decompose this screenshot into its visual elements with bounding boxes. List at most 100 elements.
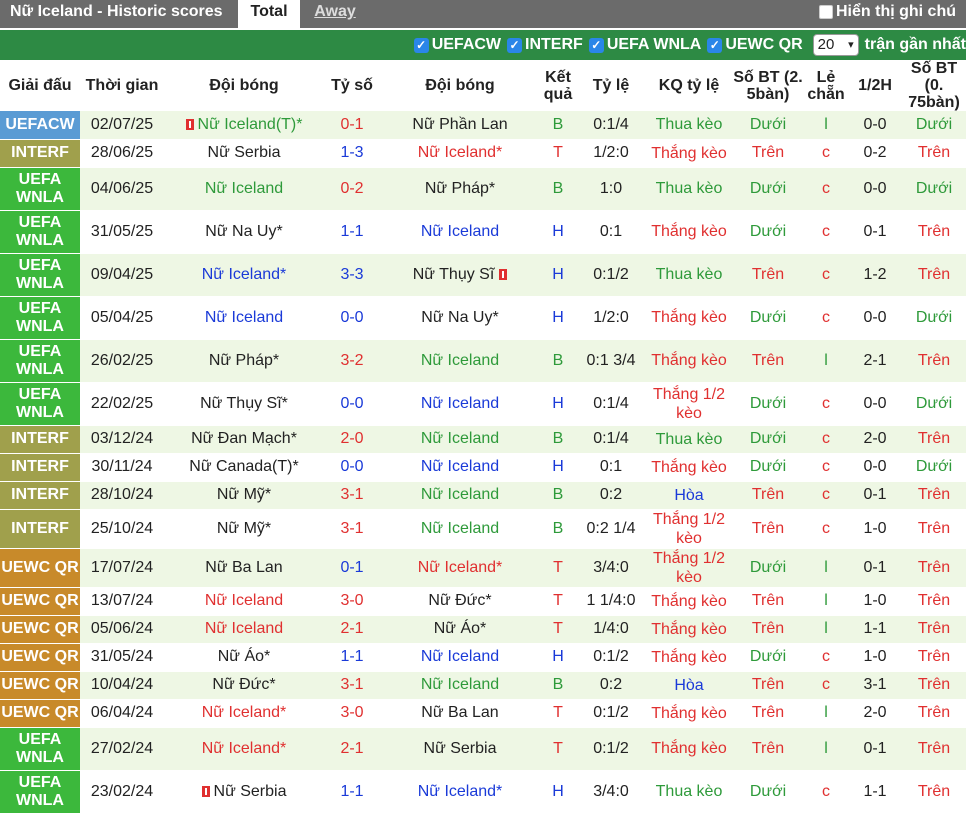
table-row[interactable]: UEFA WNLA 26/02/25 Nữ Pháp* 3-2 Nữ Iceland B 0…: [0, 339, 966, 383]
home-team[interactable]: Nữ Iceland: [164, 615, 324, 644]
away-team[interactable]: Nữ Áo*: [380, 615, 540, 644]
home-team[interactable]: Nữ Đan Mạch*: [164, 425, 324, 454]
away-team[interactable]: Nữ Iceland*: [380, 548, 540, 588]
table-row[interactable]: UEFA WNLA 05/04/25 Nữ Iceland 0-0 Nữ Na Uy* H…: [0, 296, 966, 340]
away-team[interactable]: Nữ Ba Lan: [380, 699, 540, 728]
home-team[interactable]: Nữ Serbia: [164, 139, 324, 168]
table-row[interactable]: UEFA WNLA 09/04/25 Nữ Iceland* 3-3 Nữ Thụy S…: [0, 253, 966, 297]
filter-uefacw[interactable]: ✓ UEFACW: [413, 36, 501, 54]
league-badge[interactable]: INTERF: [0, 481, 80, 510]
table-row[interactable]: UEWC QR 06/04/24 Nữ Iceland* 3-0 Nữ Ba Lan T 0…: [0, 699, 966, 728]
league-badge[interactable]: UEFA WNLA: [0, 210, 80, 254]
away-team[interactable]: Nữ Iceland: [380, 425, 540, 454]
home-team[interactable]: Nữ Mỹ*: [164, 509, 324, 549]
league-badge[interactable]: UEFA WNLA: [0, 339, 80, 383]
league-badge[interactable]: UEWC QR: [0, 643, 80, 672]
away-team[interactable]: Nữ Iceland*: [380, 770, 540, 814]
over-under-text: Dưới: [749, 430, 787, 447]
league-badge[interactable]: UEFA WNLA: [0, 167, 80, 211]
show-notes-toggle[interactable]: Hiển thị ghi chú: [819, 3, 956, 21]
check-icon[interactable]: ✓: [588, 37, 604, 53]
half-time-score-text: 1-0: [863, 592, 887, 609]
league-badge[interactable]: UEWC QR: [0, 615, 80, 644]
away-team[interactable]: Nữ Iceland: [380, 339, 540, 383]
home-team[interactable]: Nữ Ba Lan: [164, 548, 324, 588]
away-team[interactable]: Nữ Thụy Sĩ: [380, 253, 540, 297]
away-team[interactable]: Nữ Iceland: [380, 453, 540, 482]
league-badge[interactable]: UEFA WNLA: [0, 253, 80, 297]
table-row[interactable]: UEWC QR 31/05/24 Nữ Áo* 1-1 Nữ Iceland H 0:1/2…: [0, 643, 966, 672]
filter-uefa-wnla[interactable]: ✓ UEFA WNLA: [588, 36, 701, 54]
filter-uewc-qr[interactable]: ✓ UEWC QR: [707, 36, 803, 54]
away-team[interactable]: Nữ Phần Lan: [380, 111, 540, 140]
table-row[interactable]: UEWC QR 17/07/24 Nữ Ba Lan 0-1 Nữ Iceland* T 3…: [0, 548, 966, 588]
away-team[interactable]: Nữ Iceland: [380, 643, 540, 672]
away-team[interactable]: Nữ Pháp*: [380, 167, 540, 211]
home-team[interactable]: Nữ Iceland*: [164, 699, 324, 728]
away-team[interactable]: Nữ Đức*: [380, 587, 540, 616]
home-team[interactable]: Nữ Iceland(T)*: [164, 111, 324, 140]
league-badge[interactable]: UEFACW: [0, 111, 80, 140]
table-row[interactable]: INTERF 28/10/24 Nữ Mỹ* 3-1 Nữ Iceland B 0:2 Hòa…: [0, 481, 966, 510]
over-under-2: Dưới: [902, 453, 966, 482]
table-row[interactable]: UEFA WNLA 31/05/25 Nữ Na Uy* 1-1 Nữ Iceland H…: [0, 210, 966, 254]
table-row[interactable]: UEFA WNLA 04/06/25 Nữ Iceland 0-2 Nữ Pháp* B 1…: [0, 167, 966, 211]
league-badge[interactable]: INTERF: [0, 509, 80, 549]
home-team[interactable]: Nữ Iceland: [164, 167, 324, 211]
league-badge[interactable]: UEWC QR: [0, 587, 80, 616]
home-team[interactable]: Nữ Iceland: [164, 296, 324, 340]
filter-interf[interactable]: ✓ INTERF: [507, 36, 583, 54]
home-team[interactable]: Nữ Serbia: [164, 770, 324, 814]
home-team[interactable]: Nữ Đức*: [164, 671, 324, 700]
away-team[interactable]: Nữ Iceland: [380, 210, 540, 254]
home-team[interactable]: Nữ Iceland*: [164, 727, 324, 771]
table-row[interactable]: UEWC QR 13/07/24 Nữ Iceland 3-0 Nữ Đức* T 1 1/…: [0, 587, 966, 616]
check-icon[interactable]: ✓: [707, 37, 723, 53]
league-badge[interactable]: INTERF: [0, 139, 80, 168]
table-row[interactable]: INTERF 25/10/24 Nữ Mỹ* 3-1 Nữ Iceland B 0:2 1/…: [0, 509, 966, 549]
table-row[interactable]: UEWC QR 10/04/24 Nữ Đức* 3-1 Nữ Iceland B 0:2 H…: [0, 671, 966, 700]
home-team[interactable]: Nữ Canada(T)*: [164, 453, 324, 482]
league-badge[interactable]: INTERF: [0, 453, 80, 482]
table-row[interactable]: UEFA WNLA 27/02/24 Nữ Iceland* 2-1 Nữ Serbia…: [0, 727, 966, 771]
home-team[interactable]: Nữ Iceland*: [164, 253, 324, 297]
show-notes-checkbox[interactable]: [819, 5, 833, 19]
away-team[interactable]: Nữ Iceland: [380, 481, 540, 510]
away-team[interactable]: Nữ Iceland: [380, 509, 540, 549]
odds: 1/2:0: [576, 139, 646, 168]
match-count-select[interactable]: 20 ▾: [812, 34, 859, 56]
league-badge[interactable]: UEFA WNLA: [0, 727, 80, 771]
table-row[interactable]: UEFACW 02/07/25 Nữ Iceland(T)* 0-1 Nữ Phần L…: [0, 111, 966, 140]
home-team[interactable]: Nữ Áo*: [164, 643, 324, 672]
home-team[interactable]: Nữ Pháp*: [164, 339, 324, 383]
tab-total[interactable]: Total: [238, 0, 300, 28]
odd-even: c: [804, 481, 848, 510]
away-team[interactable]: Nữ Iceland: [380, 382, 540, 426]
check-icon[interactable]: ✓: [413, 37, 429, 53]
home-team[interactable]: Nữ Mỹ*: [164, 481, 324, 510]
table-row[interactable]: UEFA WNLA 22/02/25 Nữ Thụy Sĩ* 0-0 Nữ Icelan…: [0, 382, 966, 426]
table-row[interactable]: INTERF 30/11/24 Nữ Canada(T)* 0-0 Nữ Iceland…: [0, 453, 966, 482]
away-team[interactable]: Nữ Serbia: [380, 727, 540, 771]
check-icon[interactable]: ✓: [507, 37, 523, 53]
league-badge[interactable]: UEWC QR: [0, 671, 80, 700]
league-badge[interactable]: UEFA WNLA: [0, 770, 80, 814]
table-row[interactable]: INTERF 03/12/24 Nữ Đan Mạch* 2-0 Nữ Iceland B…: [0, 425, 966, 454]
table-row[interactable]: INTERF 28/06/25 Nữ Serbia 1-3 Nữ Iceland* T 1/…: [0, 139, 966, 168]
home-team[interactable]: Nữ Na Uy*: [164, 210, 324, 254]
away-team[interactable]: Nữ Iceland: [380, 671, 540, 700]
league-badge[interactable]: UEFA WNLA: [0, 296, 80, 340]
score: 1-1: [324, 210, 380, 254]
league-badge[interactable]: UEWC QR: [0, 699, 80, 728]
away-team[interactable]: Nữ Iceland*: [380, 139, 540, 168]
league-badge[interactable]: UEFA WNLA: [0, 382, 80, 426]
home-team[interactable]: Nữ Iceland: [164, 587, 324, 616]
league-badge[interactable]: UEWC QR: [0, 548, 80, 588]
table-row[interactable]: UEFA WNLA 23/02/24 Nữ Serbia 1-1 Nữ Iceland*…: [0, 770, 966, 814]
league-badge[interactable]: INTERF: [0, 425, 80, 454]
table-row[interactable]: UEWC QR 05/06/24 Nữ Iceland 2-1 Nữ Áo* T 1/4:0…: [0, 615, 966, 644]
away-team[interactable]: Nữ Na Uy*: [380, 296, 540, 340]
tab-away[interactable]: Away: [306, 0, 364, 28]
home-team[interactable]: Nữ Thụy Sĩ*: [164, 382, 324, 426]
over-under-text: Trên: [751, 144, 785, 161]
